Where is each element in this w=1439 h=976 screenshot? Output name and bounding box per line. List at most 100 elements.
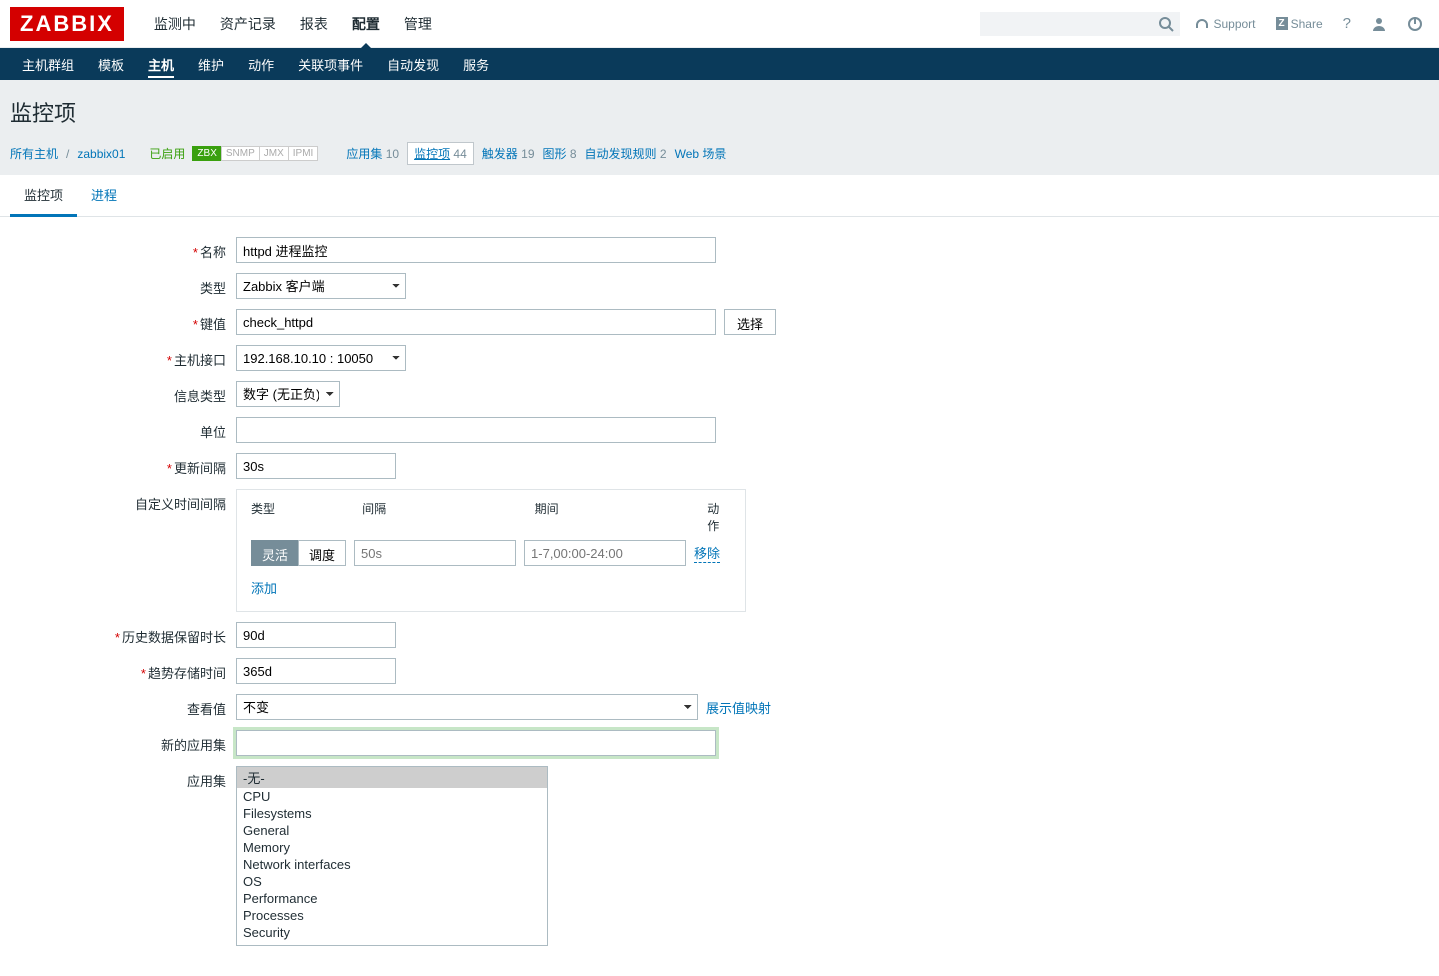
cust-add-link[interactable]: 添加 [251,581,277,596]
subnav-services[interactable]: 服务 [451,47,501,82]
apps-opt-cpu[interactable]: CPU [237,788,547,805]
toggle-flexible[interactable]: 灵活 [251,540,298,566]
trend-input[interactable] [236,658,396,684]
nav-triggers[interactable]: 触发器 19 [482,145,535,162]
apps-opt-processes[interactable]: Processes [237,907,547,924]
apps-label: 应用集 [187,774,226,789]
interface-label: 主机接口 [174,353,226,368]
nav-items[interactable]: 监控项 44 [407,142,474,165]
tab-process[interactable]: 进程 [77,175,131,216]
item-form: *名称 类型 Zabbix 客户端 *键值 选择 *主机接口 192.168.1… [0,217,1439,976]
topnav-monitoring[interactable]: 监测中 [142,0,208,48]
headset-icon [1194,16,1210,32]
newapp-input[interactable] [236,730,716,756]
history-input[interactable] [236,622,396,648]
type-select[interactable]: Zabbix 客户端 [236,273,406,299]
interval-type-toggle: 灵活 调度 [251,540,346,566]
page-head: 监控项 所有主机 / zabbix01 已启用 ZBX SNMP JMX IPM… [0,80,1439,175]
cust-interval-input[interactable] [354,540,516,566]
subnav-templates[interactable]: 模板 [86,47,136,82]
topnav-inventory[interactable]: 资产记录 [208,0,288,48]
apps-opt-os[interactable]: OS [237,873,547,890]
key-label: 键值 [200,317,226,332]
subnav-correlation[interactable]: 关联项事件 [286,47,375,82]
nav-web[interactable]: Web 场景 [675,145,727,162]
viewvalue-label: 查看值 [187,702,226,717]
toggle-scheduling[interactable]: 调度 [298,540,346,566]
trend-label: 趋势存储时间 [148,666,226,681]
share-label: Share [1291,17,1323,31]
key-select-button[interactable]: 选择 [724,309,776,335]
key-input[interactable] [236,309,716,335]
update-interval-input[interactable] [236,453,396,479]
form-tabs: 监控项 进程 [0,175,1439,217]
search-input[interactable] [980,12,1180,36]
cust-period-input[interactable] [524,540,686,566]
nav-applications[interactable]: 应用集 10 [346,145,399,162]
custom-interval-box: 类型 间隔 期间 动作 灵活 调度 移除 添加 [236,489,746,612]
viewvalue-select[interactable]: 不变 [236,694,698,720]
share-link[interactable]: Z Share [1270,17,1329,31]
nav-discovery[interactable]: 自动发现规则 2 [585,145,667,162]
user-icon[interactable] [1365,15,1393,32]
cust-hdr-type: 类型 [251,500,362,534]
subnav-maintenance[interactable]: 维护 [186,47,236,82]
badge-jmx: JMX [259,146,289,161]
search-wrap [980,12,1180,36]
subnav-hosts[interactable]: 主机 [136,47,186,82]
top-right: Support Z Share ? [980,12,1429,36]
cust-hdr-period: 期间 [535,500,708,534]
subnav-discovery[interactable]: 自动发现 [375,47,451,82]
subnav-hostgroups[interactable]: 主机群组 [10,47,86,82]
power-icon[interactable] [1401,15,1429,32]
unit-input[interactable] [236,417,716,443]
cust-hdr-interval: 间隔 [362,500,535,534]
apps-opt-security[interactable]: Security [237,924,547,941]
logo: ZABBIX [10,7,124,41]
name-input[interactable] [236,237,716,263]
crumb-allhosts[interactable]: 所有主机 [10,145,58,162]
name-label: 名称 [200,245,226,260]
z-icon: Z [1276,17,1288,30]
infotype-label: 信息类型 [174,389,226,404]
search-icon[interactable] [1158,16,1174,33]
support-link[interactable]: Support [1188,16,1261,32]
top-nav: ZABBIX 监测中 资产记录 报表 配置 管理 Support Z Share… [0,0,1439,48]
status-enabled: 已启用 [149,145,185,162]
badge-ipmi: IPMI [288,146,319,161]
top-menu: 监测中 资产记录 报表 配置 管理 [142,0,444,48]
update-interval-label: 更新间隔 [174,461,226,476]
nav-graphs[interactable]: 图形 8 [543,145,577,162]
show-value-map-link[interactable]: 展示值映射 [706,698,771,717]
apps-opt-filesystems[interactable]: Filesystems [237,805,547,822]
topnav-admin[interactable]: 管理 [392,0,444,48]
apps-opt-none[interactable]: -无- [237,767,547,788]
crumb-sep: / [66,147,69,161]
tab-item[interactable]: 监控项 [10,175,77,217]
apps-opt-general[interactable]: General [237,822,547,839]
infotype-select[interactable]: 数字 (无正负) [236,381,340,407]
custom-interval-label: 自定义时间间隔 [135,497,226,512]
unit-label: 单位 [200,425,226,440]
crumb-host[interactable]: zabbix01 [77,147,125,161]
topnav-config[interactable]: 配置 [340,0,392,48]
cust-hdr-action: 动作 [707,500,731,534]
sub-nav: 主机群组 模板 主机 维护 动作 关联项事件 自动发现 服务 [0,48,1439,80]
interface-badges: ZBX SNMP JMX IPMI [193,146,318,161]
cust-remove-link[interactable]: 移除 [694,543,720,563]
help-icon[interactable]: ? [1337,15,1357,32]
topnav-reports[interactable]: 报表 [288,0,340,48]
apps-opt-network[interactable]: Network interfaces [237,856,547,873]
support-label: Support [1213,17,1255,31]
type-label: 类型 [200,281,226,296]
history-label: 历史数据保留时长 [122,630,226,645]
page-title: 监控项 [10,96,1429,128]
badge-snmp: SNMP [221,146,260,161]
newapp-label: 新的应用集 [161,738,226,753]
breadcrumb: 所有主机 / zabbix01 已启用 ZBX SNMP JMX IPMI 应用… [10,142,1429,175]
subnav-actions[interactable]: 动作 [236,47,286,82]
interface-select[interactable]: 192.168.10.10 : 10050 [236,345,406,371]
apps-listbox[interactable]: -无- CPU Filesystems General Memory Netwo… [236,766,548,946]
apps-opt-memory[interactable]: Memory [237,839,547,856]
badge-zbx: ZBX [192,146,221,161]
